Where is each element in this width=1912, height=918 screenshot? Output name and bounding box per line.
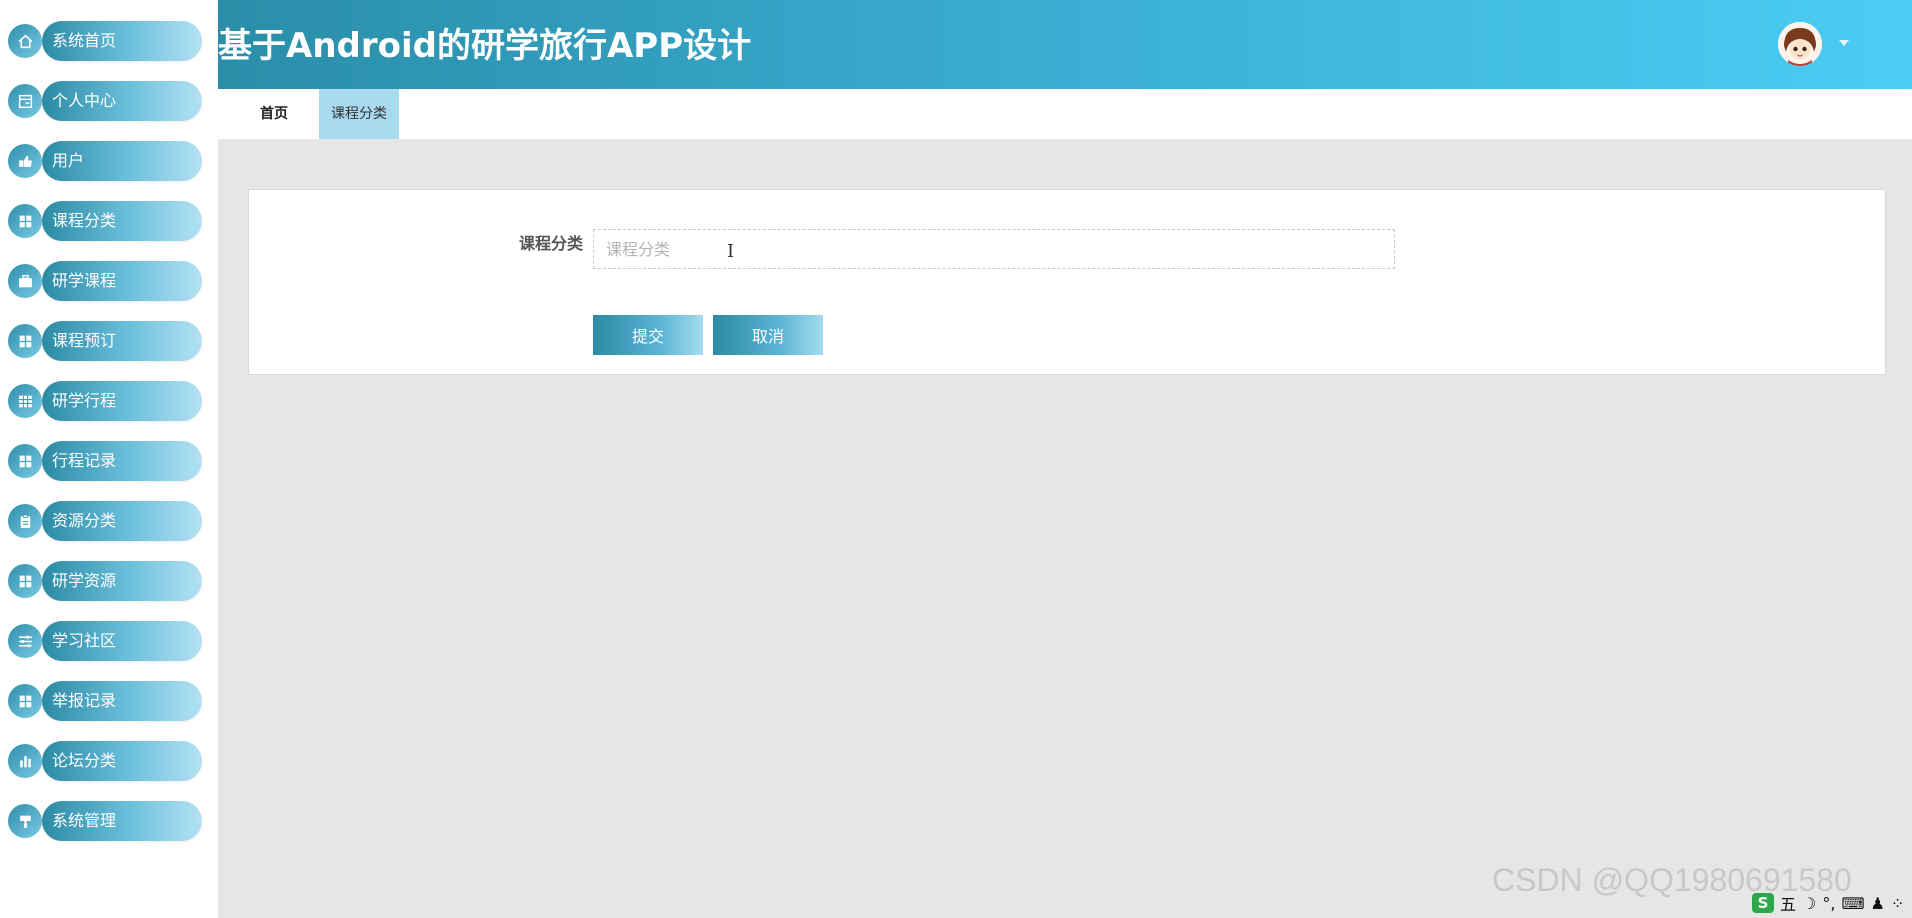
sidebar-item-label: 用户 <box>52 151 85 170</box>
tab-home[interactable]: 首页 <box>244 89 304 139</box>
sidebar-item-label: 课程预订 <box>52 331 117 350</box>
submit-button[interactable]: 提交 <box>593 315 703 355</box>
text-cursor-icon: I <box>727 241 735 262</box>
user-icon <box>8 144 42 178</box>
sidebar-item-label: 资源分类 <box>52 511 117 530</box>
course-category-label: 课程分类 <box>519 234 584 253</box>
home-icon <box>8 24 42 58</box>
sidebar-item-label: 学习社区 <box>52 631 117 650</box>
table-icon <box>8 384 42 418</box>
sidebar-item-learning-community[interactable]: 学习社区 <box>8 621 202 661</box>
sidebar: 系统首页 个人中心 用户 课程分类 研学课程 课程预订 研学行程 行程记录 资源… <box>0 0 218 918</box>
ime-toolbar[interactable]: S 五 ☽ °, ⌨ ♟ ⁘ <box>1752 892 1904 914</box>
sidebar-item-label: 研学行程 <box>52 391 117 410</box>
sidebar-item-course-category[interactable]: 课程分类 <box>8 201 202 241</box>
person-icon: ♟ <box>1870 893 1885 913</box>
sidebar-item-resource-category[interactable]: 资源分类 <box>8 501 202 541</box>
ime-mode-label: 五 <box>1780 895 1797 914</box>
sidebar-item-report-record[interactable]: 举报记录 <box>8 681 202 721</box>
grid-icon <box>8 204 42 238</box>
grid-icon <box>8 324 42 358</box>
sidebar-item-label: 论坛分类 <box>52 751 117 770</box>
sidebar-item-study-resource[interactable]: 研学资源 <box>8 561 202 601</box>
sidebar-item-label: 行程记录 <box>52 451 117 470</box>
bar-chart-icon <box>8 744 42 778</box>
moon-icon: ☽ <box>1802 893 1817 913</box>
profile-icon <box>8 84 42 118</box>
sidebar-item-label: 举报记录 <box>52 691 117 710</box>
sidebar-item-label: 研学课程 <box>52 271 117 290</box>
top-header: 基于Android的研学旅行APP设计 <box>218 0 1912 89</box>
sidebar-item-user[interactable]: 用户 <box>8 141 202 181</box>
sidebar-item-study-course[interactable]: 研学课程 <box>8 261 202 301</box>
user-avatar[interactable] <box>1778 22 1822 66</box>
sidebar-item-label: 课程分类 <box>52 211 117 230</box>
sidebar-item-course-booking[interactable]: 课程预订 <box>8 321 202 361</box>
punctuation-icon: °, <box>1822 893 1836 913</box>
grid-icon <box>8 684 42 718</box>
settings-grid-icon: ⁘ <box>1890 893 1905 913</box>
caret-down-icon[interactable] <box>1839 40 1849 46</box>
tab-course-category[interactable]: 课程分类 <box>319 89 399 139</box>
sliders-icon <box>8 624 42 658</box>
sidebar-item-home[interactable]: 系统首页 <box>8 21 202 61</box>
app-title: 基于Android的研学旅行APP设计 <box>218 26 752 66</box>
sidebar-item-label: 个人中心 <box>52 91 117 110</box>
sidebar-item-profile[interactable]: 个人中心 <box>8 81 202 121</box>
clipboard-icon <box>8 504 42 538</box>
sidebar-item-label: 研学资源 <box>52 571 117 590</box>
sidebar-item-label: 系统首页 <box>52 31 117 50</box>
cancel-button[interactable]: 取消 <box>713 315 823 355</box>
briefcase-icon <box>8 264 42 298</box>
ime-logo-icon: S <box>1752 893 1774 913</box>
grid-icon <box>8 444 42 478</box>
keyboard-icon: ⌨ <box>1841 893 1865 913</box>
grid-icon <box>8 564 42 598</box>
form-card: 课程分类 提交 取消 <box>248 189 1886 375</box>
sidebar-item-study-itinerary[interactable]: 研学行程 <box>8 381 202 421</box>
sidebar-item-label: 系统管理 <box>52 811 117 830</box>
tab-bar: 首页 课程分类 <box>218 89 1912 139</box>
paint-roller-icon <box>8 804 42 838</box>
sidebar-item-itinerary-record[interactable]: 行程记录 <box>8 441 202 481</box>
sidebar-item-forum-category[interactable]: 论坛分类 <box>8 741 202 781</box>
sidebar-item-system-management[interactable]: 系统管理 <box>8 801 202 841</box>
course-category-input[interactable] <box>593 229 1395 269</box>
